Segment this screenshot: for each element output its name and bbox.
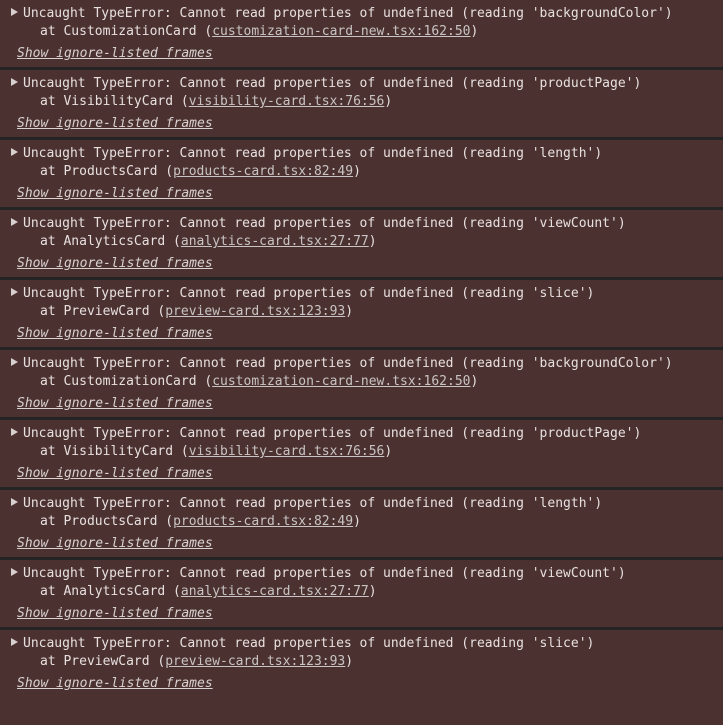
stack-frame-close: ): [470, 374, 479, 389]
expand-arrow-icon[interactable]: [11, 498, 18, 506]
console-error-entry: Uncaught TypeError: Cannot read properti…: [0, 140, 723, 210]
show-ignore-listed-frames-link[interactable]: Show ignore-listed frames: [17, 395, 213, 413]
error-message: Uncaught TypeError: Cannot read properti…: [23, 566, 626, 581]
error-message: Uncaught TypeError: Cannot read properti…: [23, 286, 595, 301]
error-message: Uncaught TypeError: Cannot read properti…: [23, 496, 603, 511]
show-ignore-listed-frames-link[interactable]: Show ignore-listed frames: [17, 675, 213, 693]
stack-frame-close: ): [353, 514, 361, 529]
stack-frame-function: at ProductsCard (: [40, 514, 174, 529]
console-error-entry: Uncaught TypeError: Cannot read properti…: [0, 210, 723, 280]
stack-frame-function: at PreviewCard (: [40, 304, 166, 319]
show-ignore-listed-frames-link[interactable]: Show ignore-listed frames: [17, 605, 213, 623]
error-message: Uncaught TypeError: Cannot read properti…: [23, 356, 673, 371]
stack-frame-function: at VisibilityCard (: [40, 94, 189, 109]
stack-frame-close: ): [353, 164, 361, 179]
console-error-entry: Uncaught TypeError: Cannot read properti…: [0, 70, 723, 140]
show-ignore-listed-frames-link[interactable]: Show ignore-listed frames: [17, 325, 213, 343]
stack-frame-function: at AnalyticsCard (: [40, 584, 181, 599]
source-link[interactable]: visibility-card.tsx:76:56: [189, 94, 385, 109]
stack-frame-function: at VisibilityCard (: [40, 444, 189, 459]
expand-arrow-icon[interactable]: [11, 288, 18, 296]
error-message: Uncaught TypeError: Cannot read properti…: [23, 146, 603, 161]
console-error-entry: Uncaught TypeError: Cannot read properti…: [0, 490, 723, 560]
show-ignore-listed-frames-link[interactable]: Show ignore-listed frames: [17, 535, 213, 553]
expand-arrow-icon[interactable]: [11, 148, 18, 156]
source-link[interactable]: preview-card.tsx:123:93: [165, 304, 345, 319]
console-error-entry: Uncaught TypeError: Cannot read properti…: [0, 630, 723, 698]
console-error-entry: Uncaught TypeError: Cannot read properti…: [0, 280, 723, 350]
error-message: Uncaught TypeError: Cannot read properti…: [23, 76, 642, 91]
expand-arrow-icon[interactable]: [11, 218, 18, 226]
stack-frame-close: ): [470, 24, 479, 39]
stack-frame-function: at AnalyticsCard (: [40, 234, 181, 249]
stack-frame-function: at CustomizationCard (: [40, 374, 213, 389]
source-link[interactable]: visibility-card.tsx:76:56: [189, 444, 385, 459]
expand-arrow-icon[interactable]: [11, 358, 18, 366]
expand-arrow-icon[interactable]: [11, 568, 18, 576]
source-link[interactable]: analytics-card.tsx:27:77: [181, 234, 369, 249]
source-link[interactable]: preview-card.tsx:123:93: [165, 654, 345, 669]
stack-frame-close: ): [368, 234, 377, 249]
console-error-entry: Uncaught TypeError: Cannot read properti…: [0, 350, 723, 420]
console-error-entry: Uncaught TypeError: Cannot read properti…: [0, 560, 723, 630]
stack-frame-function: at CustomizationCard (: [40, 24, 213, 39]
show-ignore-listed-frames-link[interactable]: Show ignore-listed frames: [17, 185, 213, 203]
console-error-entry: Uncaught TypeError: Cannot read properti…: [0, 0, 723, 70]
expand-arrow-icon[interactable]: [11, 638, 18, 646]
error-message: Uncaught TypeError: Cannot read properti…: [23, 6, 673, 21]
show-ignore-listed-frames-link[interactable]: Show ignore-listed frames: [17, 115, 213, 133]
stack-frame-close: ): [345, 654, 354, 669]
show-ignore-listed-frames-link[interactable]: Show ignore-listed frames: [17, 255, 213, 273]
source-link[interactable]: analytics-card.tsx:27:77: [181, 584, 369, 599]
stack-frame-close: ): [384, 94, 393, 109]
stack-frame-function: at PreviewCard (: [40, 654, 166, 669]
error-message: Uncaught TypeError: Cannot read properti…: [23, 426, 642, 441]
expand-arrow-icon[interactable]: [11, 428, 18, 436]
stack-frame-close: ): [368, 584, 377, 599]
console-panel: Uncaught TypeError: Cannot read properti…: [0, 0, 723, 725]
source-link[interactable]: products-card.tsx:82:49: [173, 514, 353, 529]
expand-arrow-icon[interactable]: [11, 78, 18, 86]
expand-arrow-icon[interactable]: [11, 8, 18, 16]
stack-frame-close: ): [345, 304, 354, 319]
show-ignore-listed-frames-link[interactable]: Show ignore-listed frames: [17, 45, 213, 63]
error-message: Uncaught TypeError: Cannot read properti…: [23, 216, 626, 231]
source-link[interactable]: customization-card-new.tsx:162:50: [212, 374, 470, 389]
stack-frame-function: at ProductsCard (: [40, 164, 174, 179]
show-ignore-listed-frames-link[interactable]: Show ignore-listed frames: [17, 465, 213, 483]
console-error-entry: Uncaught TypeError: Cannot read properti…: [0, 420, 723, 490]
source-link[interactable]: customization-card-new.tsx:162:50: [212, 24, 470, 39]
source-link[interactable]: products-card.tsx:82:49: [173, 164, 353, 179]
stack-frame-close: ): [384, 444, 393, 459]
error-message: Uncaught TypeError: Cannot read properti…: [23, 636, 595, 651]
